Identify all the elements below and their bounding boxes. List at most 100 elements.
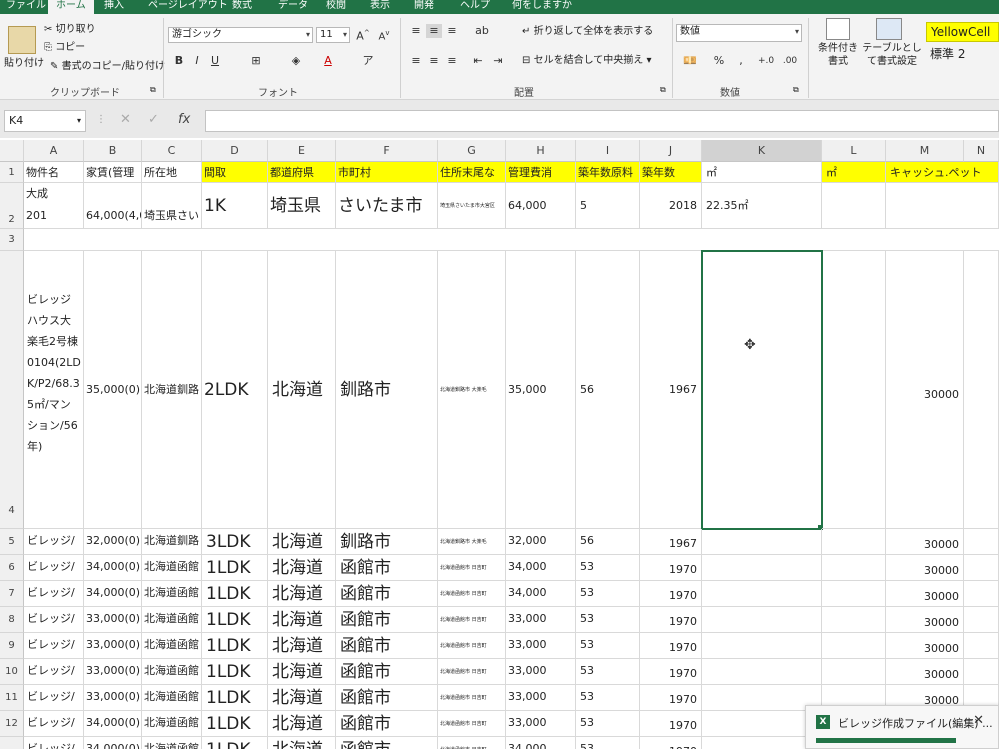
cell-b4[interactable]: 35,000(0) [84,251,142,529]
tab-formulas[interactable]: 数式 [232,0,252,14]
cell-year[interactable]: 1970 [640,633,702,659]
cell-rent[interactable]: 33,000(0) [84,633,142,659]
cell-year[interactable]: 1970 [640,737,702,749]
cell-location[interactable]: 北海道函館 [142,555,202,581]
cell-rent[interactable]: 34,000(0) [84,581,142,607]
cell-prefecture[interactable]: 北海道 [268,737,336,749]
cell-n[interactable] [964,633,999,659]
cell-location[interactable]: 北海道函館 [142,581,202,607]
cell-m4[interactable]: 30000 [886,251,964,529]
merge-center-button[interactable]: ⊟ セルを結合して中央揃え ▾ [522,55,652,67]
cell-name[interactable]: ビレッジ/ [24,685,84,711]
cell-prefecture[interactable]: 北海道 [268,581,336,607]
header-cell-address[interactable]: 住所末尾な [438,162,506,183]
cell-name[interactable]: ビレッジ/ [24,737,84,749]
cell-area-2[interactable] [822,555,886,581]
cell-rent[interactable]: 34,000(0) [84,555,142,581]
cell-d2[interactable]: 1K [202,183,268,229]
cell-address[interactable]: 北海道函館市 日吉町 [438,685,506,711]
tell-me-search[interactable]: 何をしますか [512,0,572,14]
cell-management[interactable]: 33,000 [506,685,576,711]
comma-button[interactable]: , [736,54,746,68]
row-header-2[interactable]: 2 [0,183,24,229]
header-cell-area-2[interactable]: ㎡ [822,162,886,183]
tab-file[interactable]: ファイル [6,0,46,14]
row-header-1[interactable]: 1 [0,162,24,183]
cell-n[interactable] [964,659,999,685]
column-header-b[interactable]: B [84,140,142,162]
cell-layout[interactable]: 1LDK [202,555,268,581]
fill-color-icon[interactable]: ◈ [286,54,306,68]
cell-year[interactable]: 1967 [640,529,702,555]
cell-address[interactable]: 北海道釧路市 大楽毛 [438,529,506,555]
column-header-i[interactable]: I [576,140,640,162]
cell-k4-selected[interactable]: ✥ [701,250,823,530]
column-header-a[interactable]: A [24,140,84,162]
cell-layout[interactable]: 1LDK [202,659,268,685]
cell-rent[interactable]: 33,000(0) [84,607,142,633]
cell-rent[interactable]: 34,000(0) [84,711,142,737]
cell-address[interactable]: 北海道函館市 日吉町 [438,555,506,581]
cell-city[interactable]: 函館市 [336,685,438,711]
cell-cash[interactable]: 30000 [886,581,964,607]
row-header-3[interactable]: 3 [0,229,24,251]
cell-management[interactable]: 33,000 [506,633,576,659]
cell-cash[interactable]: 30000 [886,607,964,633]
cell-name[interactable]: ビレッジ/ [24,633,84,659]
bold-button[interactable]: B [172,54,186,68]
align-right-icon[interactable]: ≡ [444,54,460,68]
cell-b2[interactable]: 64,000(4,0 [84,183,142,229]
header-cell-prefecture[interactable]: 都道府県 [268,162,336,183]
cell-area[interactable] [702,581,822,607]
cell-f2[interactable]: さいたま市 [336,183,438,229]
font-size-select[interactable]: 11 ▾ [316,27,350,43]
cell-rent[interactable]: 32,000(0) [84,529,142,555]
orientation-icon[interactable]: ab [470,24,494,38]
column-header-n[interactable]: N [964,140,999,162]
increase-font-size-button[interactable]: A^ [355,26,371,44]
cell-a4[interactable]: ビレッジハウス大楽毛2号棟0104(2LDK/P2/68.35㎡/マンション/5… [24,251,84,529]
cell-l4[interactable] [822,251,886,529]
select-all-corner[interactable] [0,140,24,162]
column-header-d[interactable]: D [202,140,268,162]
cell-j2[interactable]: 2018 [640,183,702,229]
clipboard-launcher-icon[interactable]: ⧉ [150,84,156,96]
cell-area[interactable] [702,633,822,659]
percent-button[interactable]: % [712,54,726,68]
tab-review[interactable]: 校閲 [326,0,346,14]
cell-layout[interactable]: 3LDK [202,529,268,555]
cell-management[interactable]: 32,000 [506,529,576,555]
cell-prefecture[interactable]: 北海道 [268,555,336,581]
cell-age[interactable]: 53 [576,737,640,749]
decrease-font-size-button[interactable]: Av [376,26,392,44]
cell-management[interactable]: 34,000 [506,581,576,607]
cell-c2[interactable]: 埼玉県さい [142,183,202,229]
row-3-empty[interactable] [24,229,999,251]
italic-button[interactable]: I [190,54,204,68]
cell-name[interactable]: ビレッジ/ [24,529,84,555]
cell-prefecture[interactable]: 北海道 [268,685,336,711]
align-center-icon[interactable]: ≡ [426,54,442,68]
cell-area-2[interactable] [822,659,886,685]
cell-location[interactable]: 北海道函館 [142,737,202,749]
cell-g2[interactable]: 埼玉県さいたま市大宮区 [438,183,506,229]
cell-age[interactable]: 56 [576,529,640,555]
cell-l2[interactable] [822,183,886,229]
cell-city[interactable]: 函館市 [336,607,438,633]
header-cell-rent[interactable]: 家賃(管理 [84,162,142,183]
cell-layout[interactable]: 1LDK [202,711,268,737]
cell-age[interactable]: 53 [576,607,640,633]
number-launcher-icon[interactable]: ⧉ [793,84,799,96]
cell-n[interactable] [964,607,999,633]
header-cell-layout[interactable]: 間取 [202,162,268,183]
cell-age[interactable]: 53 [576,633,640,659]
phonetic-guide-icon[interactable]: ア [360,54,376,68]
cell-prefecture[interactable]: 北海道 [268,529,336,555]
paste-icon[interactable] [8,26,36,54]
header-cell-location[interactable]: 所在地 [142,162,202,183]
cell-name[interactable]: ビレッジ/ [24,607,84,633]
cell-e4[interactable]: 北海道 [268,251,336,529]
cell-rent[interactable]: 33,000(0) [84,685,142,711]
column-header-c[interactable]: C [142,140,202,162]
cell-year[interactable]: 1970 [640,555,702,581]
